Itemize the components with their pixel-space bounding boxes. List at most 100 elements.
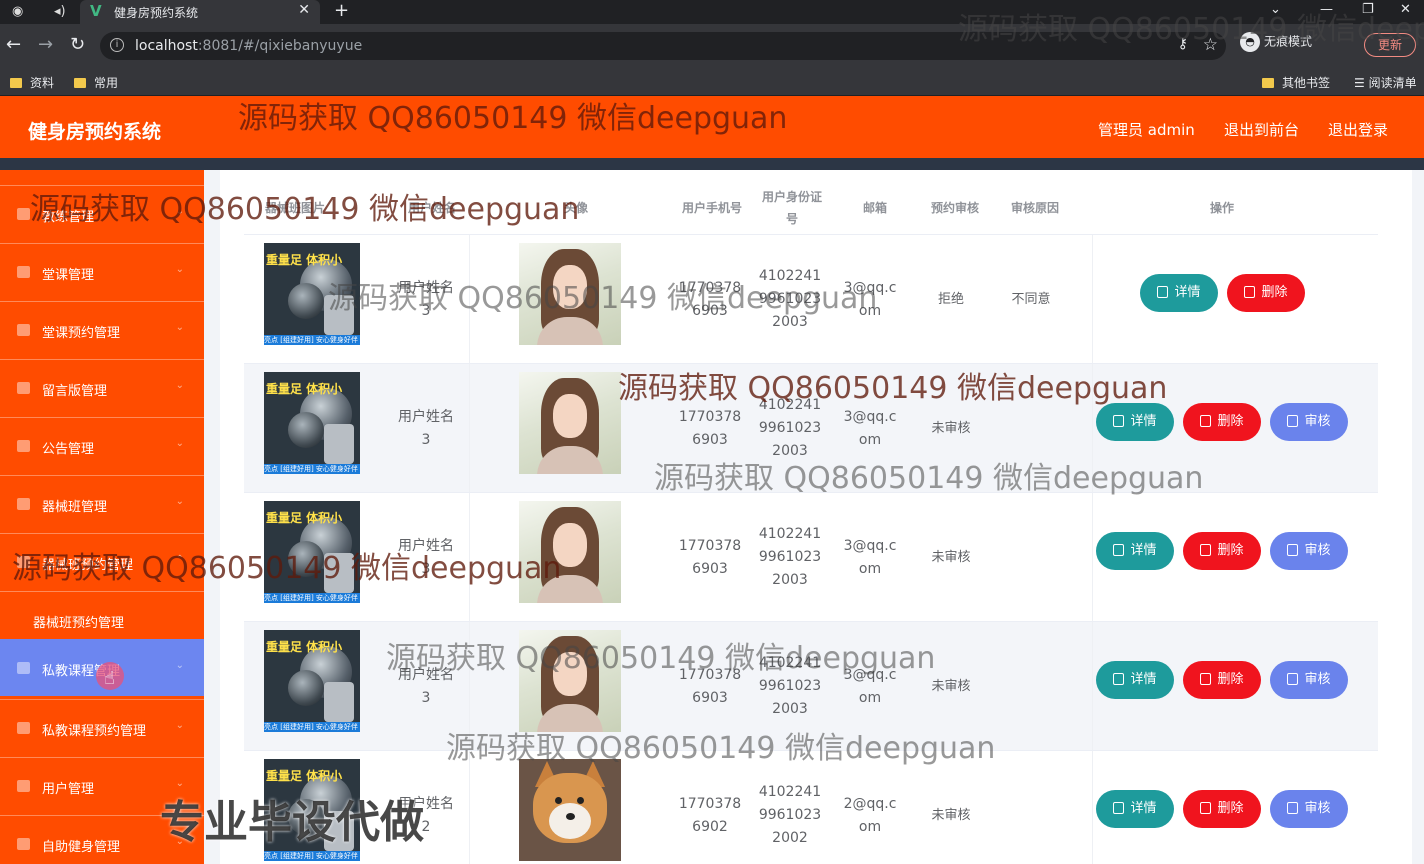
image-bar-text: 亮点 [组建好用] 安心健身好伴侣	[264, 464, 360, 474]
sidebar-item-label: 器械班预约管理	[42, 558, 134, 573]
bookmark-label: 常用	[94, 76, 119, 90]
chevron-down-icon: ⌄	[175, 660, 184, 671]
reading-list[interactable]: ☰ 阅读清单	[1354, 74, 1417, 91]
sidebar-item-notices[interactable]: 公告管理 ⌄	[0, 417, 204, 474]
user-avatar[interactable]	[519, 243, 621, 345]
button-label: 详情	[1130, 543, 1157, 558]
idcard-cell: 4102241 9961023 2002	[758, 784, 822, 846]
user-name-cell: 用户姓名 3	[398, 666, 454, 706]
audit-reason-cell: 不同意	[1011, 292, 1051, 307]
browser-menu-icon[interactable]: ◉	[12, 3, 23, 21]
detail-button[interactable]: 详情	[1096, 532, 1174, 570]
sidebar-item-classes[interactable]: 堂课管理 ⌄	[0, 243, 204, 300]
bookmark-folder-changyong[interactable]: 常用	[74, 74, 118, 91]
user-avatar[interactable]	[519, 759, 621, 861]
password-key-icon[interactable]: ⚷	[1178, 36, 1188, 52]
email-cell: 3@qq.c om	[843, 279, 897, 319]
update-button[interactable]: 更新	[1364, 33, 1416, 57]
equipment-image[interactable]: 重量足 体积小亮点 [组建好用] 安心健身好伴侣	[264, 759, 360, 861]
document-icon	[1113, 673, 1125, 685]
audit-button[interactable]: 审核	[1270, 403, 1348, 441]
sidebar-item-class-bookings[interactable]: 堂课预约管理 ⌄	[0, 301, 204, 358]
image-tag-text: 重量足 体积小	[266, 253, 343, 267]
forward-icon[interactable]: →	[38, 35, 53, 55]
button-label: 详情	[1130, 414, 1157, 429]
back-icon[interactable]: ←	[6, 35, 21, 55]
user-icon	[17, 780, 30, 792]
user-avatar[interactable]	[519, 630, 621, 732]
sidebar-item-label: 公告管理	[42, 442, 95, 457]
detail-button[interactable]: 详情	[1096, 661, 1174, 699]
sidebar-item-coaches[interactable]: 教练管理 ⌄	[0, 185, 204, 242]
url-path: :8081/#/qixiebanyuyue	[197, 38, 363, 54]
user-avatar[interactable]	[519, 372, 621, 474]
user-avatar[interactable]	[519, 501, 621, 603]
admin-label[interactable]: 管理员 admin	[1098, 119, 1195, 140]
detail-button[interactable]: 详情	[1140, 274, 1218, 312]
button-label: 删除	[1217, 543, 1244, 558]
delete-button[interactable]: 删除	[1183, 403, 1261, 441]
audit-button[interactable]: 审核	[1270, 661, 1348, 699]
incognito-indicator[interactable]: ◓ 无痕模式	[1240, 32, 1312, 52]
email-cell: 3@qq.c om	[843, 408, 897, 448]
sidebar-item-users[interactable]: 用户管理 ⌄	[0, 757, 204, 814]
incognito-label: 无痕模式	[1264, 34, 1313, 49]
detail-button[interactable]: 详情	[1096, 403, 1174, 441]
restore-icon[interactable]: ❐	[1362, 2, 1374, 17]
button-label: 审核	[1304, 543, 1331, 558]
equipment-image[interactable]: 重量足 体积小亮点 [组建好用] 安心健身好伴侣	[264, 630, 360, 732]
minimize-icon[interactable]: —	[1320, 2, 1333, 17]
bookmark-folder-ziliao[interactable]: 资料	[10, 74, 54, 91]
idcard-cell: 4102241 9961023 2003	[758, 526, 822, 588]
close-window-icon[interactable]: ✕	[1400, 2, 1411, 17]
column-divider	[469, 751, 470, 864]
tab-close-icon[interactable]: ✕	[298, 2, 310, 18]
equipment-image[interactable]: 重量足 体积小亮点 [组建好用] 安心健身好伴侣	[264, 501, 360, 603]
bookmark-star-icon[interactable]: ☆	[1203, 35, 1218, 55]
site-info-icon[interactable]: i	[110, 38, 124, 52]
delete-button[interactable]: 删除	[1227, 274, 1305, 312]
equipment-image[interactable]: 重量足 体积小亮点 [组建好用] 安心健身好伴侣	[264, 372, 360, 474]
email-cell: 3@qq.c om	[843, 666, 897, 706]
sidebar-item-label: 私教课程预约管理	[42, 724, 147, 739]
new-tab-icon[interactable]: +	[334, 0, 349, 21]
back-to-front-link[interactable]: 退出到前台	[1224, 119, 1299, 140]
booking-status-cell: 未审核	[931, 808, 971, 823]
reload-icon[interactable]: ↻	[70, 35, 85, 55]
button-label: 详情	[1174, 285, 1201, 300]
document-icon	[1157, 286, 1169, 298]
url-input[interactable]: i localhost:8081/#/qixiebanyuyue ⚷ ☆	[100, 32, 1226, 60]
sidebar-item-messages[interactable]: 留言版管理 ⌄	[0, 359, 204, 416]
sidebar-item-self-service[interactable]: 自助健身管理 ⌄	[0, 815, 204, 864]
browser-tab[interactable]: V 健身房预约系统 ✕	[80, 0, 320, 24]
col-header-audit-reason: 审核原因	[1010, 201, 1059, 215]
delete-button[interactable]: 删除	[1183, 661, 1261, 699]
sidebar-item-equipment-bookings[interactable]: 器械班预约管理 ⌃	[0, 533, 204, 590]
folder-icon	[1262, 78, 1274, 88]
image-bar-text: 亮点 [组建好用] 安心健身好伴侣	[264, 851, 360, 861]
logout-link[interactable]: 退出登录	[1328, 119, 1388, 140]
chevron-down-icon: ⌄	[175, 720, 184, 731]
sidebar-item-private-course-bookings[interactable]: 私教课程预约管理 ⌄	[0, 699, 204, 756]
tab-search-icon[interactable]: ⌄	[1270, 2, 1281, 17]
thumb-up-icon	[1287, 802, 1299, 814]
user-name-cell: 用户姓名 3	[398, 537, 454, 577]
detail-button[interactable]: 详情	[1096, 790, 1174, 828]
table-row: 重量足 体积小亮点 [组建好用] 安心健身好伴侣用户姓名 31770378 69…	[244, 234, 1378, 364]
incognito-icon: ◓	[1240, 32, 1260, 52]
column-divider	[469, 235, 470, 364]
delete-button[interactable]: 删除	[1183, 790, 1261, 828]
sidebar-item-equipment[interactable]: 器械班管理 ⌄	[0, 475, 204, 532]
delete-button[interactable]: 删除	[1183, 532, 1261, 570]
equipment-image[interactable]: 重量足 体积小亮点 [组建好用] 安心健身好伴侣	[264, 243, 360, 345]
tab-audio-icon[interactable]: ◂)	[54, 3, 66, 21]
trash-icon	[1200, 802, 1212, 814]
user-name-cell: 用户姓名 3	[398, 408, 454, 448]
app-title: 健身房预约系统	[28, 121, 162, 143]
audit-button[interactable]: 审核	[1270, 790, 1348, 828]
button-label: 删除	[1217, 672, 1244, 687]
audit-button[interactable]: 审核	[1270, 532, 1348, 570]
email-cell: 3@qq.c om	[843, 537, 897, 577]
table-row: 重量足 体积小亮点 [组建好用] 安心健身好伴侣用户姓名 21770378 69…	[244, 750, 1378, 864]
bookmark-folder-other[interactable]: 其他书签	[1262, 74, 1330, 91]
